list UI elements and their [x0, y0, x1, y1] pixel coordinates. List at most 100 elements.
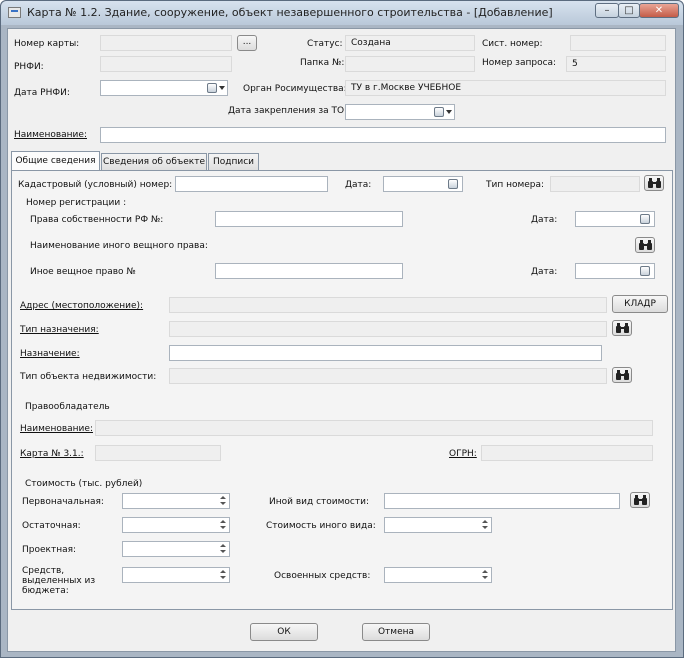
property-type-search-button[interactable]: [612, 367, 632, 383]
assignment-date-picker[interactable]: [345, 104, 455, 120]
other-right-input[interactable]: [215, 263, 403, 279]
ogrn-field: [481, 445, 653, 461]
cadastral-label: Кадастровый (условный) номер:: [18, 180, 173, 190]
number-type-label: Тип номера:: [486, 180, 545, 190]
app-icon: [8, 7, 21, 18]
binoculars-icon: [648, 178, 661, 188]
rf-date-label: Дата:: [531, 215, 558, 225]
rnfi-label: РНФИ:: [14, 62, 44, 72]
cadastral-input[interactable]: [175, 176, 328, 192]
folder-field: [345, 56, 475, 72]
project-cost-spinner[interactable]: [219, 543, 228, 555]
rf-date-picker[interactable]: [575, 211, 655, 227]
window-title: Карта № 1.2. Здание, сооружение, объект …: [27, 6, 553, 19]
initial-cost-input[interactable]: [122, 493, 230, 509]
cadastral-date-picker[interactable]: [383, 176, 463, 192]
rnfi-date-picker[interactable]: [100, 80, 228, 96]
close-button[interactable]: ✕: [639, 3, 679, 18]
calendar-icon[interactable]: [448, 179, 458, 189]
purpose-type-label: Тип назначения:: [20, 325, 99, 335]
purpose-input[interactable]: [169, 345, 602, 361]
ogrn-label: ОГРН:: [449, 449, 477, 459]
tab-object-details[interactable]: Сведения об объекте: [101, 153, 207, 171]
ok-button[interactable]: ОК: [250, 623, 318, 641]
spent-funds-input[interactable]: [384, 567, 492, 583]
tab-general[interactable]: Общие сведения: [11, 151, 100, 171]
other-cost-input[interactable]: [384, 517, 492, 533]
minimize-button[interactable]: –: [595, 3, 619, 18]
agency-value: ТУ в г.Москве УЧЕБНОЕ: [351, 83, 462, 93]
calendar-icon[interactable]: [640, 266, 650, 276]
other-right-name-label: Наименование иного вещного права:: [30, 241, 208, 251]
binoculars-icon: [634, 495, 647, 505]
owner-name-field: [95, 420, 653, 436]
other-date-picker[interactable]: [575, 263, 655, 279]
residual-cost-input[interactable]: [122, 517, 230, 533]
number-type-field: [550, 176, 640, 192]
request-number-label: Номер запроса:: [482, 58, 557, 68]
budget-funds-input[interactable]: [122, 567, 230, 583]
status-value: Создана: [351, 38, 391, 48]
registration-group-label: Номер регистрации :: [26, 198, 127, 208]
binoculars-icon: [639, 240, 652, 250]
address-label: Адрес (местоположение):: [20, 301, 144, 311]
rf-ownership-label: Права собственности РФ №:: [30, 215, 164, 225]
rnfi-date-label: Дата РНФИ:: [14, 88, 70, 98]
initial-cost-label: Первоначальная:: [22, 497, 104, 507]
owner-name-label: Наименование:: [20, 424, 93, 434]
card-31-label: Карта № 3.1.:: [20, 449, 84, 459]
owner-group-label: Правообладатель: [25, 402, 110, 412]
initial-cost-spinner[interactable]: [219, 495, 228, 507]
spent-funds-label: Освоенных средств:: [274, 571, 371, 581]
other-date-label: Дата:: [531, 267, 558, 277]
other-right-search-button[interactable]: [635, 237, 655, 253]
other-cost-label: Стоимость иного вида:: [266, 521, 376, 531]
other-cost-kind-input[interactable]: [384, 493, 620, 509]
agency-field: ТУ в г.Москве УЧЕБНОЕ: [345, 80, 666, 96]
address-field: [169, 297, 607, 313]
agency-label: Орган Росимущества:: [243, 84, 347, 94]
chevron-down-icon[interactable]: [219, 86, 225, 90]
binoculars-icon: [616, 370, 629, 380]
rf-ownership-input[interactable]: [215, 211, 403, 227]
purpose-type-search-button[interactable]: [612, 320, 632, 336]
calendar-icon[interactable]: [640, 214, 650, 224]
system-number-field: [570, 35, 666, 51]
project-cost-input[interactable]: [122, 541, 230, 557]
budget-label-line-3: бюджета:: [22, 586, 69, 596]
residual-cost-spinner[interactable]: [219, 519, 228, 531]
calendar-icon[interactable]: [207, 83, 217, 93]
calendar-icon[interactable]: [434, 107, 444, 117]
spent-funds-spinner[interactable]: [481, 569, 490, 581]
general-tab-panel: Кадастровый (условный) номер: Дата: Тип …: [11, 170, 673, 610]
kladr-button[interactable]: КЛАДР: [612, 295, 668, 313]
other-right-label: Иное вещное право №: [30, 267, 136, 277]
chevron-down-icon[interactable]: [446, 110, 452, 114]
binoculars-icon: [616, 323, 629, 333]
cancel-button[interactable]: Отмена: [362, 623, 430, 641]
request-number-value: 5: [572, 59, 578, 69]
request-number-field: 5: [566, 56, 666, 72]
other-cost-kind-label: Иной вид стоимости:: [269, 497, 369, 507]
maximize-button[interactable]: □: [618, 3, 640, 18]
name-input[interactable]: [100, 127, 666, 143]
residual-cost-label: Остаточная:: [22, 521, 81, 531]
budget-funds-spinner[interactable]: [219, 569, 228, 581]
other-cost-kind-search-button[interactable]: [630, 492, 650, 508]
other-cost-spinner[interactable]: [481, 519, 490, 531]
card-31-field: [95, 445, 221, 461]
status-label: Статус:: [307, 39, 343, 49]
form-client-area: Номер карты: ... Статус: Создана Сист. н…: [7, 28, 676, 652]
purpose-type-field: [169, 321, 607, 337]
budget-label-line-1: Средств,: [22, 566, 65, 576]
browse-card-button[interactable]: ...: [237, 35, 257, 51]
purpose-label: Назначение:: [20, 349, 80, 359]
property-type-field: [169, 368, 607, 384]
folder-label: Папка №:: [300, 58, 345, 68]
budget-funds-label: Средств, выделенных из бюджета:: [22, 566, 95, 596]
tab-signatures[interactable]: Подписи: [208, 153, 259, 171]
property-type-label: Тип объекта недвижимости:: [20, 372, 157, 382]
number-type-search-button[interactable]: [644, 175, 664, 191]
card-number-field: [100, 35, 232, 51]
system-number-label: Сист. номер:: [482, 39, 543, 49]
